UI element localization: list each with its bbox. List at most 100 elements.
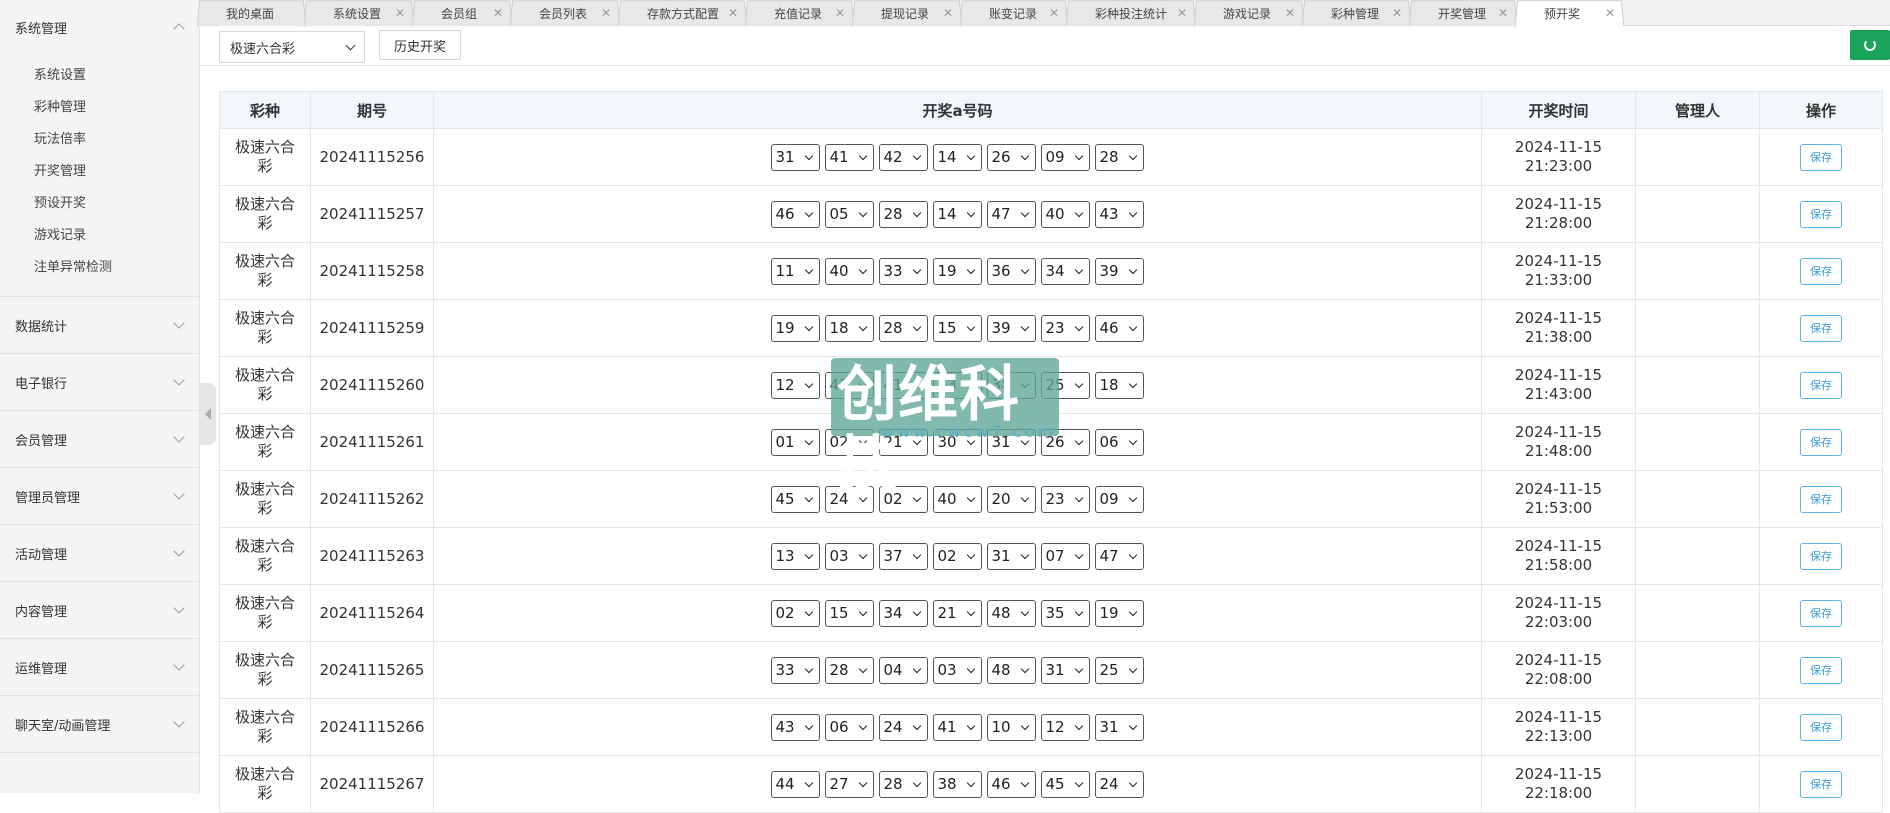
number-select[interactable]: 43 bbox=[770, 713, 820, 741]
number-select[interactable]: 45 bbox=[1040, 770, 1090, 798]
save-button[interactable]: 保存 bbox=[1800, 428, 1842, 456]
close-icon[interactable]: ✕ bbox=[1285, 6, 1295, 20]
sidebar-menu-item[interactable]: 注单异常检测 bbox=[0, 252, 199, 284]
save-button[interactable]: 保存 bbox=[1800, 371, 1842, 399]
number-select[interactable]: 43 bbox=[1094, 200, 1144, 228]
number-select[interactable]: 31 bbox=[770, 143, 820, 171]
number-select[interactable]: 19 bbox=[1094, 599, 1144, 627]
number-select[interactable]: 42 bbox=[878, 143, 928, 171]
number-select[interactable]: 41 bbox=[824, 143, 874, 171]
close-icon[interactable]: ✕ bbox=[395, 6, 405, 20]
number-select[interactable]: 14 bbox=[932, 200, 982, 228]
close-icon[interactable]: ✕ bbox=[835, 6, 845, 20]
tab-6[interactable]: 充值记录 ✕ bbox=[744, 0, 855, 27]
save-button[interactable]: 保存 bbox=[1800, 257, 1842, 285]
tab-1[interactable]: 我的桌面 bbox=[196, 0, 307, 27]
number-select[interactable]: 45 bbox=[770, 485, 820, 513]
number-select[interactable]: 11 bbox=[770, 257, 820, 285]
menu-group-header[interactable]: 系统管理 bbox=[0, 2, 199, 52]
sidebar-collapse-toggle[interactable] bbox=[200, 383, 216, 445]
tab-10[interactable]: 游戏记录 ✕ bbox=[1193, 0, 1305, 27]
number-select[interactable]: 46 bbox=[986, 770, 1036, 798]
number-select[interactable]: 06 bbox=[824, 713, 874, 741]
close-icon[interactable]: ✕ bbox=[728, 6, 738, 20]
tab-7[interactable]: 提现记录 ✕ bbox=[851, 0, 963, 27]
save-button[interactable]: 保存 bbox=[1800, 599, 1842, 627]
menu-group-header[interactable]: 活动管理 bbox=[0, 525, 199, 581]
number-select[interactable]: 21 bbox=[932, 599, 982, 627]
number-select[interactable]: 48 bbox=[986, 656, 1036, 684]
tab-9[interactable]: 彩种投注统计 ✕ bbox=[1065, 0, 1197, 27]
save-button[interactable]: 保存 bbox=[1800, 656, 1842, 684]
number-select[interactable]: 09 bbox=[1040, 143, 1090, 171]
sidebar-menu-item[interactable]: 游戏记录 bbox=[0, 220, 199, 252]
sidebar-menu-item[interactable]: 开奖管理 bbox=[0, 156, 199, 188]
close-icon[interactable]: ✕ bbox=[1049, 6, 1059, 20]
number-select[interactable]: 03 bbox=[824, 542, 874, 570]
number-select[interactable]: 28 bbox=[824, 656, 874, 684]
number-select[interactable]: 09 bbox=[1094, 485, 1144, 513]
number-select[interactable]: 33 bbox=[770, 656, 820, 684]
number-select[interactable]: 03 bbox=[932, 656, 982, 684]
save-button[interactable]: 保存 bbox=[1800, 485, 1842, 513]
tab-8[interactable]: 账变记录 ✕ bbox=[959, 0, 1069, 27]
sidebar-menu-item[interactable]: 玩法倍率 bbox=[0, 124, 199, 156]
tab-3[interactable]: 会员组 ✕ bbox=[411, 0, 513, 27]
number-select[interactable]: 15 bbox=[932, 314, 982, 342]
number-select[interactable]: 28 bbox=[878, 200, 928, 228]
close-icon[interactable]: ✕ bbox=[1605, 6, 1615, 20]
number-select[interactable]: 27 bbox=[824, 770, 874, 798]
number-select[interactable]: 44 bbox=[770, 770, 820, 798]
history-draw-button[interactable]: 历史开奖 bbox=[379, 30, 461, 60]
number-select[interactable]: 48 bbox=[986, 599, 1036, 627]
save-button[interactable]: 保存 bbox=[1800, 770, 1842, 798]
number-select[interactable]: 23 bbox=[1040, 314, 1090, 342]
number-select[interactable]: 28 bbox=[878, 314, 928, 342]
number-select[interactable]: 19 bbox=[770, 314, 820, 342]
number-select[interactable]: 04 bbox=[878, 656, 928, 684]
number-select[interactable]: 31 bbox=[1040, 656, 1090, 684]
menu-group-header[interactable]: 数据统计 bbox=[0, 297, 199, 353]
close-icon[interactable]: ✕ bbox=[943, 6, 953, 20]
number-select[interactable]: 24 bbox=[878, 713, 928, 741]
number-select[interactable]: 33 bbox=[878, 257, 928, 285]
tab-13[interactable]: 预开奖 ✕ bbox=[1514, 0, 1625, 27]
number-select[interactable]: 01 bbox=[770, 428, 820, 456]
number-select[interactable]: 47 bbox=[1094, 542, 1144, 570]
number-select[interactable]: 07 bbox=[1040, 542, 1090, 570]
number-select[interactable]: 34 bbox=[1040, 257, 1090, 285]
number-select[interactable]: 40 bbox=[1040, 200, 1090, 228]
save-button[interactable]: 保存 bbox=[1800, 200, 1842, 228]
number-select[interactable]: 26 bbox=[986, 143, 1036, 171]
menu-group-header[interactable]: 内容管理 bbox=[0, 582, 199, 638]
tab-5[interactable]: 存款方式配置 ✕ bbox=[617, 0, 748, 27]
number-select[interactable]: 31 bbox=[1094, 713, 1144, 741]
number-select[interactable]: 47 bbox=[986, 200, 1036, 228]
number-select[interactable]: 13 bbox=[770, 542, 820, 570]
number-select[interactable]: 24 bbox=[1094, 770, 1144, 798]
menu-group-header[interactable]: 运维管理 bbox=[0, 639, 199, 695]
sidebar-menu-item[interactable]: 系统设置 bbox=[0, 60, 199, 92]
refresh-button[interactable] bbox=[1850, 30, 1890, 60]
number-select[interactable]: 38 bbox=[932, 770, 982, 798]
number-select[interactable]: 14 bbox=[932, 143, 982, 171]
tab-4[interactable]: 会员列表 ✕ bbox=[509, 0, 621, 27]
number-select[interactable]: 06 bbox=[1094, 428, 1144, 456]
number-select[interactable]: 35 bbox=[1040, 599, 1090, 627]
number-select[interactable]: 02 bbox=[932, 542, 982, 570]
number-select[interactable]: 28 bbox=[878, 770, 928, 798]
close-icon[interactable]: ✕ bbox=[1392, 6, 1402, 20]
number-select[interactable]: 46 bbox=[1094, 314, 1144, 342]
number-select[interactable]: 18 bbox=[824, 314, 874, 342]
lottery-select[interactable]: 极速六合彩 bbox=[219, 31, 365, 63]
number-select[interactable]: 10 bbox=[986, 713, 1036, 741]
menu-group-header[interactable]: 电子银行 bbox=[0, 354, 199, 410]
close-icon[interactable]: ✕ bbox=[1177, 6, 1187, 20]
number-select[interactable]: 34 bbox=[878, 599, 928, 627]
menu-group-header[interactable]: 会员管理 bbox=[0, 411, 199, 467]
menu-group-header[interactable]: 管理员管理 bbox=[0, 468, 199, 524]
number-select[interactable]: 41 bbox=[932, 713, 982, 741]
number-select[interactable]: 12 bbox=[1040, 713, 1090, 741]
number-select[interactable]: 12 bbox=[770, 371, 820, 399]
tab-11[interactable]: 彩种管理 ✕ bbox=[1301, 0, 1412, 27]
